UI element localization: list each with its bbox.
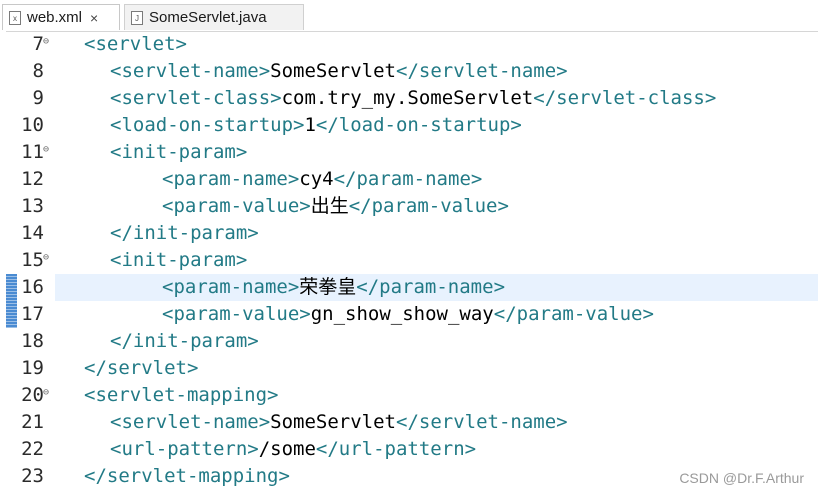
code-line[interactable]: </servlet> [84, 355, 198, 382]
line-number: 15 [21, 249, 44, 271]
code-line[interactable]: <url-pattern>/some</url-pattern> [110, 436, 476, 463]
xml-text: gn_show_show_way [310, 303, 494, 325]
xml-tag: <url-pattern> [110, 438, 259, 460]
line-number: 19 [21, 357, 44, 379]
line-number: 22 [21, 438, 44, 460]
line-number: 14 [21, 222, 44, 244]
line-number: 17 [21, 303, 44, 325]
editor-tab-bar: x web.xml × J SomeServlet.java [0, 0, 818, 32]
xml-file-icon: x [9, 10, 21, 25]
xml-tag: <param-name> [162, 276, 300, 298]
code-line[interactable]: </init-param> [110, 328, 259, 355]
xml-text: SomeServlet [270, 411, 396, 433]
line-number: 13 [21, 195, 44, 217]
tab-label: web.xml [27, 9, 83, 26]
xml-tag: </servlet-mapping> [84, 465, 290, 487]
line-number: 12 [21, 168, 44, 190]
xml-tag: <servlet-mapping> [84, 384, 279, 406]
tab-someservlet-java[interactable]: J SomeServlet.java [124, 4, 304, 30]
xml-text: 荣拳皇 [299, 276, 357, 298]
code-line[interactable]: <servlet-mapping> [84, 382, 278, 409]
xml-tag: </servlet> [84, 357, 199, 379]
code-line[interactable]: </servlet-mapping> [84, 463, 290, 490]
code-line[interactable]: <param-name>荣拳皇</param-name> [162, 274, 505, 301]
xml-tag: </servlet-name> [396, 60, 568, 82]
line-number: 11 [21, 141, 44, 163]
xml-tag: <param-value> [162, 303, 311, 325]
xml-tag: <servlet-class> [110, 87, 282, 109]
xml-tag: <param-value> [162, 195, 311, 217]
line-number: 23 [21, 465, 44, 487]
code-line[interactable]: <servlet-name>SomeServlet</servlet-name> [110, 58, 568, 85]
xml-tag: </param-value> [348, 195, 509, 217]
line-number: 16 [21, 276, 44, 298]
xml-tag: </init-param> [110, 222, 259, 244]
code-line[interactable]: <servlet-class>com.try_my.SomeServlet</s… [110, 85, 716, 112]
line-number: 21 [21, 411, 44, 433]
xml-tag: <servlet-name> [110, 411, 271, 433]
tab-web-xml[interactable]: x web.xml × [2, 4, 120, 30]
xml-tag: <servlet> [84, 33, 187, 55]
xml-tag: </url-pattern> [315, 438, 477, 460]
xml-text: 1 [304, 114, 316, 136]
close-icon[interactable]: × [90, 10, 98, 26]
java-file-icon: J [131, 10, 143, 25]
xml-text: SomeServlet [270, 60, 396, 82]
fold-toggle-icon[interactable]: ⊖ [43, 252, 49, 264]
code-line[interactable]: <load-on-startup>1</load-on-startup> [110, 112, 522, 139]
xml-text: /some [258, 438, 316, 460]
fold-toggle-icon[interactable]: ⊖ [43, 36, 49, 48]
change-marker-column [0, 31, 6, 494]
xml-tag: </init-param> [110, 330, 259, 352]
xml-tag: </servlet-class> [533, 87, 717, 109]
xml-tag: <init-param> [110, 249, 248, 271]
xml-tag: </load-on-startup> [315, 114, 522, 136]
xml-tag: <servlet-name> [110, 60, 271, 82]
line-number: 18 [21, 330, 44, 352]
code-line[interactable]: <param-value>gn_show_show_way</param-val… [162, 301, 654, 328]
code-line[interactable]: <param-name>cy4</param-name> [162, 166, 482, 193]
line-number: 10 [21, 114, 44, 136]
xml-tag: </servlet-name> [396, 411, 568, 433]
xml-text: cy4 [299, 168, 334, 190]
line-number: 7 [32, 33, 44, 55]
code-line[interactable]: <init-param> [110, 139, 247, 166]
fold-toggle-icon[interactable]: ⊖ [43, 144, 49, 156]
xml-tag: <init-param> [110, 141, 248, 163]
code-editor[interactable]: 7 ⊖ <servlet> 8 <servlet-name>SomeServlet</s… [0, 31, 818, 494]
xml-tag: </param-name> [356, 276, 506, 298]
xml-tag: </param-value> [493, 303, 654, 325]
line-number: 20 [21, 384, 44, 406]
code-line[interactable]: <init-param> [110, 247, 247, 274]
tab-label: SomeServlet.java [149, 9, 267, 26]
fold-toggle-icon[interactable]: ⊖ [43, 387, 49, 399]
code-line[interactable]: </init-param> [110, 220, 259, 247]
code-line[interactable]: <param-value>出生</param-value> [162, 193, 509, 220]
watermark: CSDN @Dr.F.Arthur [679, 470, 804, 486]
line-number: 8 [32, 60, 44, 82]
xml-tag: <param-name> [162, 168, 300, 190]
line-number: 9 [32, 87, 44, 109]
xml-text: 出生 [310, 195, 349, 217]
xml-tag: </param-name> [333, 168, 483, 190]
xml-text: com.try_my.SomeServlet [281, 87, 534, 109]
code-line[interactable]: <servlet> [84, 31, 187, 58]
xml-tag: <load-on-startup> [110, 114, 305, 136]
code-line[interactable]: <servlet-name>SomeServlet</servlet-name> [110, 409, 568, 436]
